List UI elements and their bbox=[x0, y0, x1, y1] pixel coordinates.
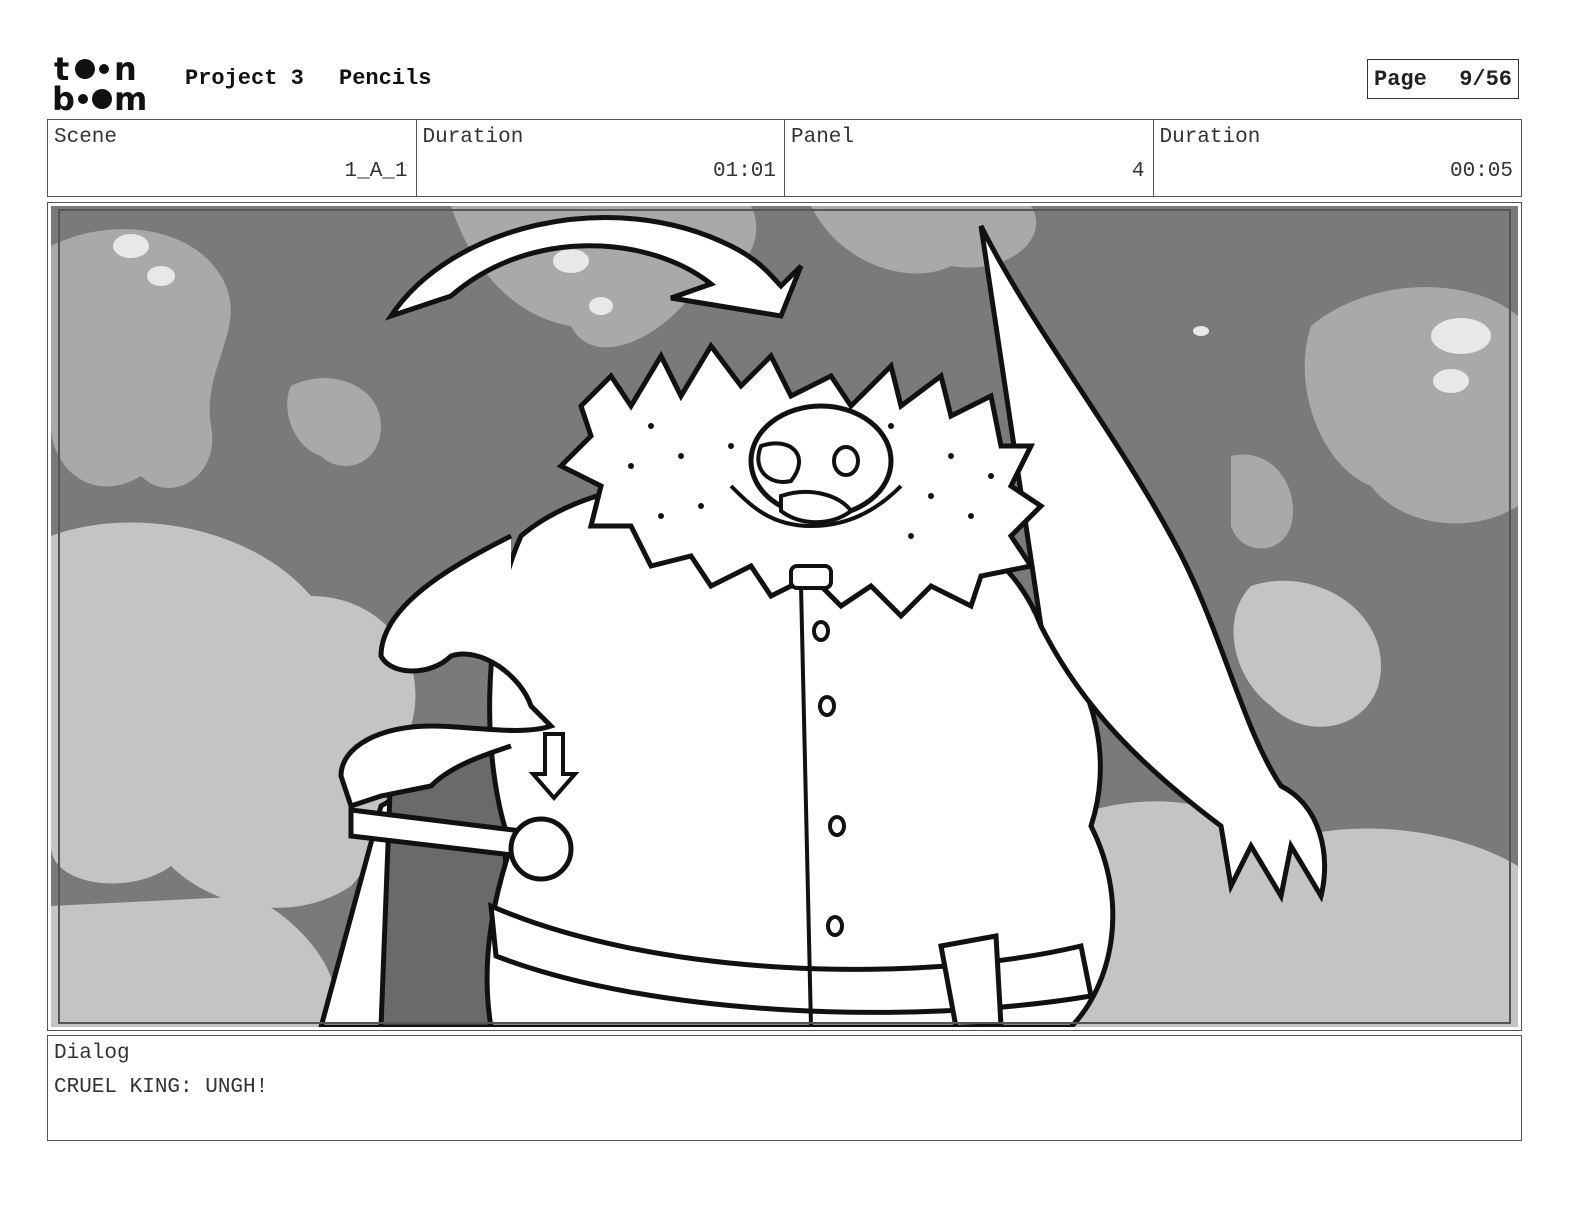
scene-duration-value: 01:01 bbox=[712, 160, 776, 183]
scene-info-table: Scene 1_A_1 Duration 01:01 Panel 4 Durat… bbox=[47, 119, 1522, 197]
scene-duration-cell: Duration 01:01 bbox=[417, 120, 785, 196]
svg-text:m: m bbox=[114, 80, 147, 112]
panel-duration-label: Duration bbox=[1159, 126, 1261, 149]
dialog-text: CRUEL KING: UNGH! bbox=[54, 1076, 269, 1099]
panel-value: 4 bbox=[1131, 160, 1145, 183]
svg-text:b: b bbox=[52, 80, 75, 112]
scene-duration-label: Duration bbox=[422, 126, 524, 149]
scene-cell: Scene 1_A_1 bbox=[48, 120, 417, 196]
panel-cell: Panel 4 bbox=[785, 120, 1154, 196]
page-indicator: Page 9/56 bbox=[1367, 59, 1519, 99]
toonboom-logo: t n b m bbox=[52, 50, 147, 112]
dialog-label: Dialog bbox=[54, 1042, 130, 1065]
storyboard-panel-image bbox=[51, 206, 1518, 1027]
scene-label: Scene bbox=[54, 126, 118, 149]
scene-value: 1_A_1 bbox=[344, 160, 408, 183]
project-title: Project 3 bbox=[185, 66, 304, 91]
panel-duration-cell: Duration 00:05 bbox=[1154, 120, 1522, 196]
page-label: Page bbox=[1374, 66, 1427, 92]
panel-duration-value: 00:05 bbox=[1449, 160, 1513, 183]
panel-label: Panel bbox=[791, 126, 855, 149]
page-number: 9/56 bbox=[1459, 66, 1512, 92]
stage-title: Pencils bbox=[339, 66, 432, 91]
dialog-box: Dialog CRUEL KING: UNGH! bbox=[47, 1035, 1522, 1141]
